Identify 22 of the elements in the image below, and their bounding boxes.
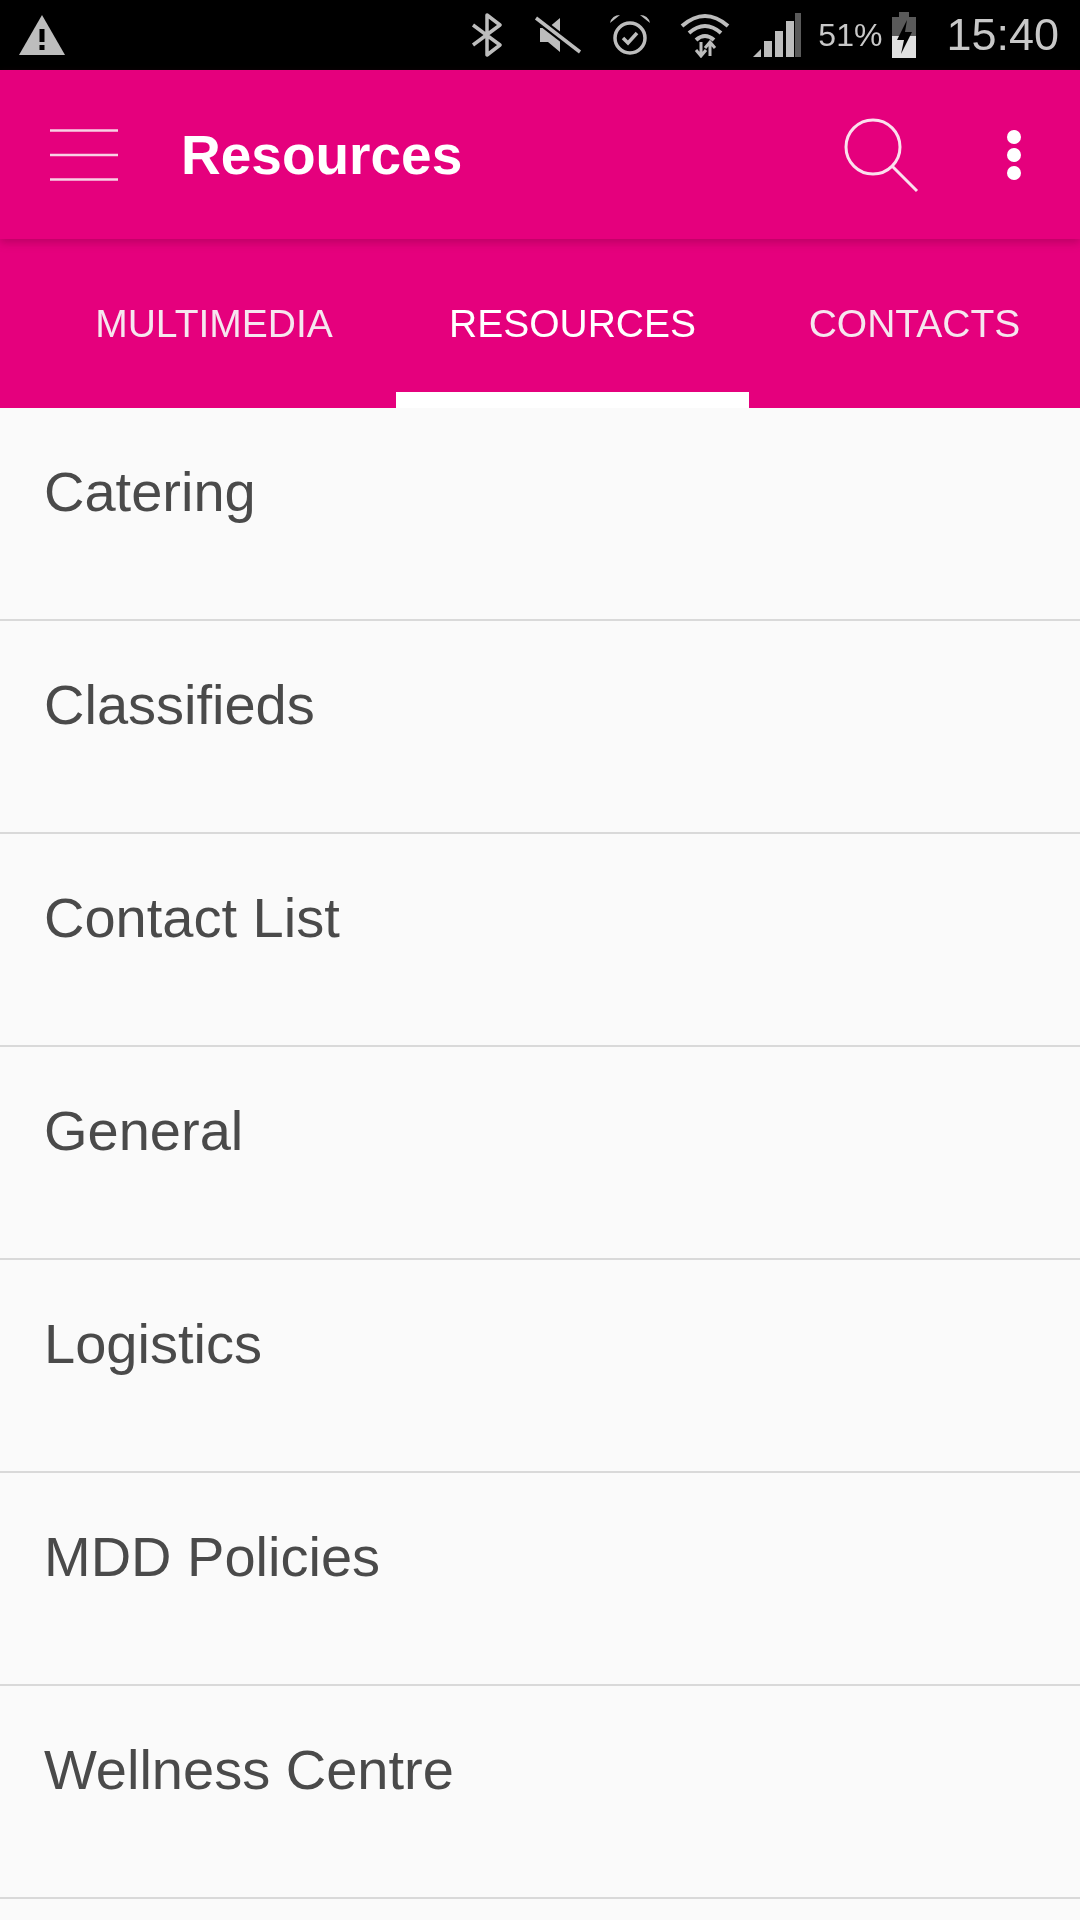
list-item[interactable]: Catering: [0, 408, 1080, 621]
list-item[interactable]: Classifieds: [0, 621, 1080, 834]
tab[interactable]: RESOURCES: [396, 239, 749, 408]
warning-icon: [19, 15, 65, 55]
alarm-clock-icon: [608, 13, 653, 57]
clock-time: 15:40: [946, 9, 1059, 61]
wifi-icon: [680, 12, 731, 58]
list-item[interactable]: General: [0, 1047, 1080, 1260]
list-item[interactable]: Wellness Centre: [0, 1686, 1080, 1899]
speaker-muted-icon: [534, 15, 583, 55]
battery-icon: [892, 12, 917, 58]
list-item[interactable]: Contact List: [0, 834, 1080, 1047]
more-options-icon[interactable]: [1006, 128, 1022, 181]
app-title: Resources: [181, 122, 463, 187]
tab[interactable]: MULTIMEDIA: [32, 239, 396, 408]
tab[interactable]: CONTACTS: [749, 239, 1080, 408]
signal-icon: [753, 13, 802, 57]
search-icon[interactable]: [843, 116, 919, 193]
list-item[interactable]: MDD Policies: [0, 1473, 1080, 1686]
menu-icon[interactable]: [50, 128, 118, 181]
list-item[interactable]: Logistics: [0, 1260, 1080, 1473]
battery-percent: 51%: [818, 16, 883, 55]
